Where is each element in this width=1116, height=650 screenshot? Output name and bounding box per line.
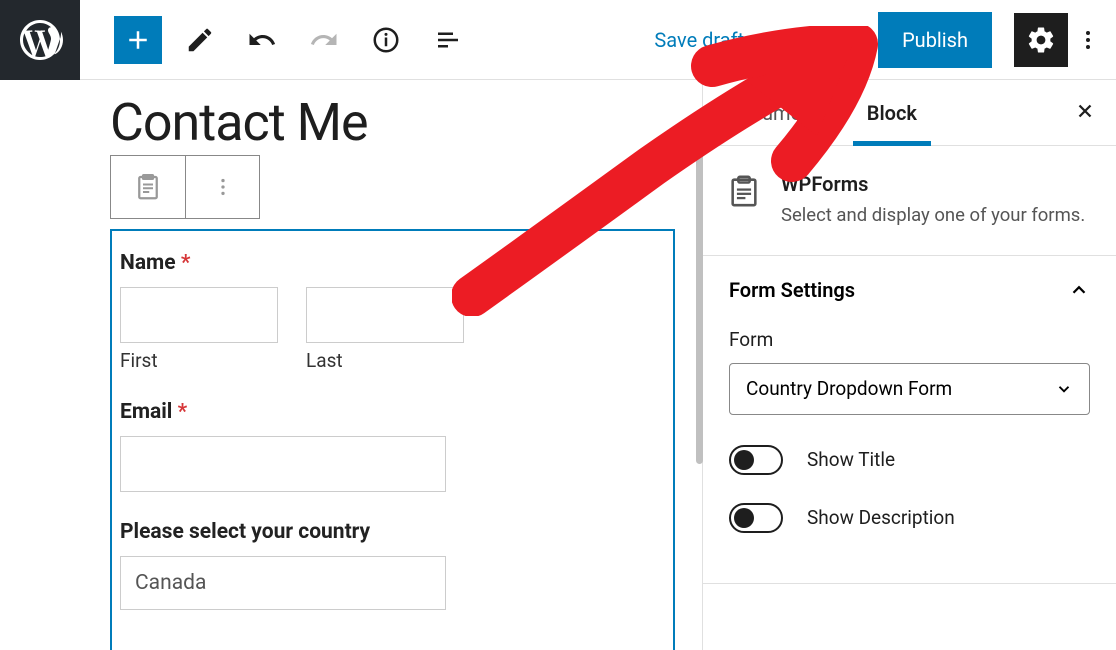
info-icon	[371, 25, 401, 55]
first-sublabel: First	[120, 349, 278, 372]
form-select-dropdown[interactable]: Country Dropdown Form	[729, 363, 1090, 415]
block-toolbar	[110, 155, 260, 219]
country-field: Please select your country Canada	[120, 520, 665, 610]
outline-button[interactable]	[424, 16, 472, 64]
settings-button[interactable]	[1014, 13, 1068, 67]
block-info: WPForms Select and display one of your f…	[703, 146, 1116, 256]
undo-button[interactable]	[238, 16, 286, 64]
tab-block[interactable]: Block	[843, 80, 941, 145]
wordpress-logo[interactable]	[0, 0, 80, 80]
country-label: Please select your country	[120, 520, 665, 544]
sidebar: Document Block WPForms Select and displa…	[702, 80, 1116, 650]
plus-icon	[123, 25, 153, 55]
sidebar-tabs: Document Block	[703, 80, 1116, 146]
show-description-toggle[interactable]	[729, 503, 783, 533]
block-more-button[interactable]	[185, 156, 259, 218]
wpforms-block[interactable]: Name * First Last Email * Please se	[110, 229, 675, 650]
block-type-button[interactable]	[111, 156, 185, 218]
clipboard-icon	[133, 172, 163, 202]
more-options-button[interactable]	[1068, 13, 1108, 67]
show-title-row: Show Title	[729, 445, 1090, 475]
block-info-title: WPForms	[781, 172, 1085, 196]
publish-button[interactable]: Publish	[878, 12, 992, 68]
info-button[interactable]	[362, 16, 410, 64]
email-input[interactable]	[120, 436, 446, 492]
form-field-label: Form	[729, 328, 1090, 351]
wpforms-icon	[727, 174, 761, 208]
page-title[interactable]: Contact Me	[110, 92, 678, 153]
outline-icon	[433, 25, 463, 55]
redo-icon	[309, 25, 339, 55]
email-label: Email *	[120, 400, 665, 424]
sidebar-scrollbar[interactable]	[696, 134, 703, 464]
last-name-input[interactable]	[306, 287, 464, 343]
wordpress-icon	[16, 16, 64, 64]
save-draft-button[interactable]: Save draft	[636, 18, 762, 62]
close-icon	[1074, 100, 1096, 122]
form-settings-header[interactable]: Form Settings	[703, 256, 1116, 324]
gear-icon	[1026, 25, 1056, 55]
chevron-down-icon	[1055, 380, 1073, 398]
show-description-label: Show Description	[807, 506, 955, 529]
redo-button[interactable]	[300, 16, 348, 64]
chevron-up-icon	[1068, 279, 1090, 301]
editor-content: Contact Me Name * First Last	[0, 80, 1116, 650]
form-settings-panel: Form Settings Form Country Dropdown Form…	[703, 256, 1116, 584]
tab-document[interactable]: Document	[703, 80, 843, 145]
edit-mode-button[interactable]	[176, 16, 224, 64]
show-description-row: Show Description	[729, 503, 1090, 533]
first-name-input[interactable]	[120, 287, 278, 343]
show-title-toggle[interactable]	[729, 445, 783, 475]
add-block-button[interactable]	[114, 16, 162, 64]
kebab-icon	[212, 176, 234, 198]
country-select[interactable]: Canada	[120, 556, 446, 610]
email-field: Email *	[120, 400, 665, 492]
name-field: Name * First Last	[120, 251, 665, 372]
kebab-icon	[1076, 28, 1100, 52]
preview-button[interactable]: Preview	[762, 18, 868, 62]
name-label: Name *	[120, 251, 665, 275]
sidebar-close-button[interactable]	[1054, 100, 1116, 126]
top-toolbar: Save draft Preview Publish	[0, 0, 1116, 80]
show-title-label: Show Title	[807, 448, 895, 471]
last-sublabel: Last	[306, 349, 464, 372]
block-info-desc: Select and display one of your forms.	[781, 202, 1085, 229]
undo-icon	[247, 25, 277, 55]
pencil-icon	[185, 25, 215, 55]
editor-canvas: Contact Me Name * First Last	[0, 80, 702, 650]
